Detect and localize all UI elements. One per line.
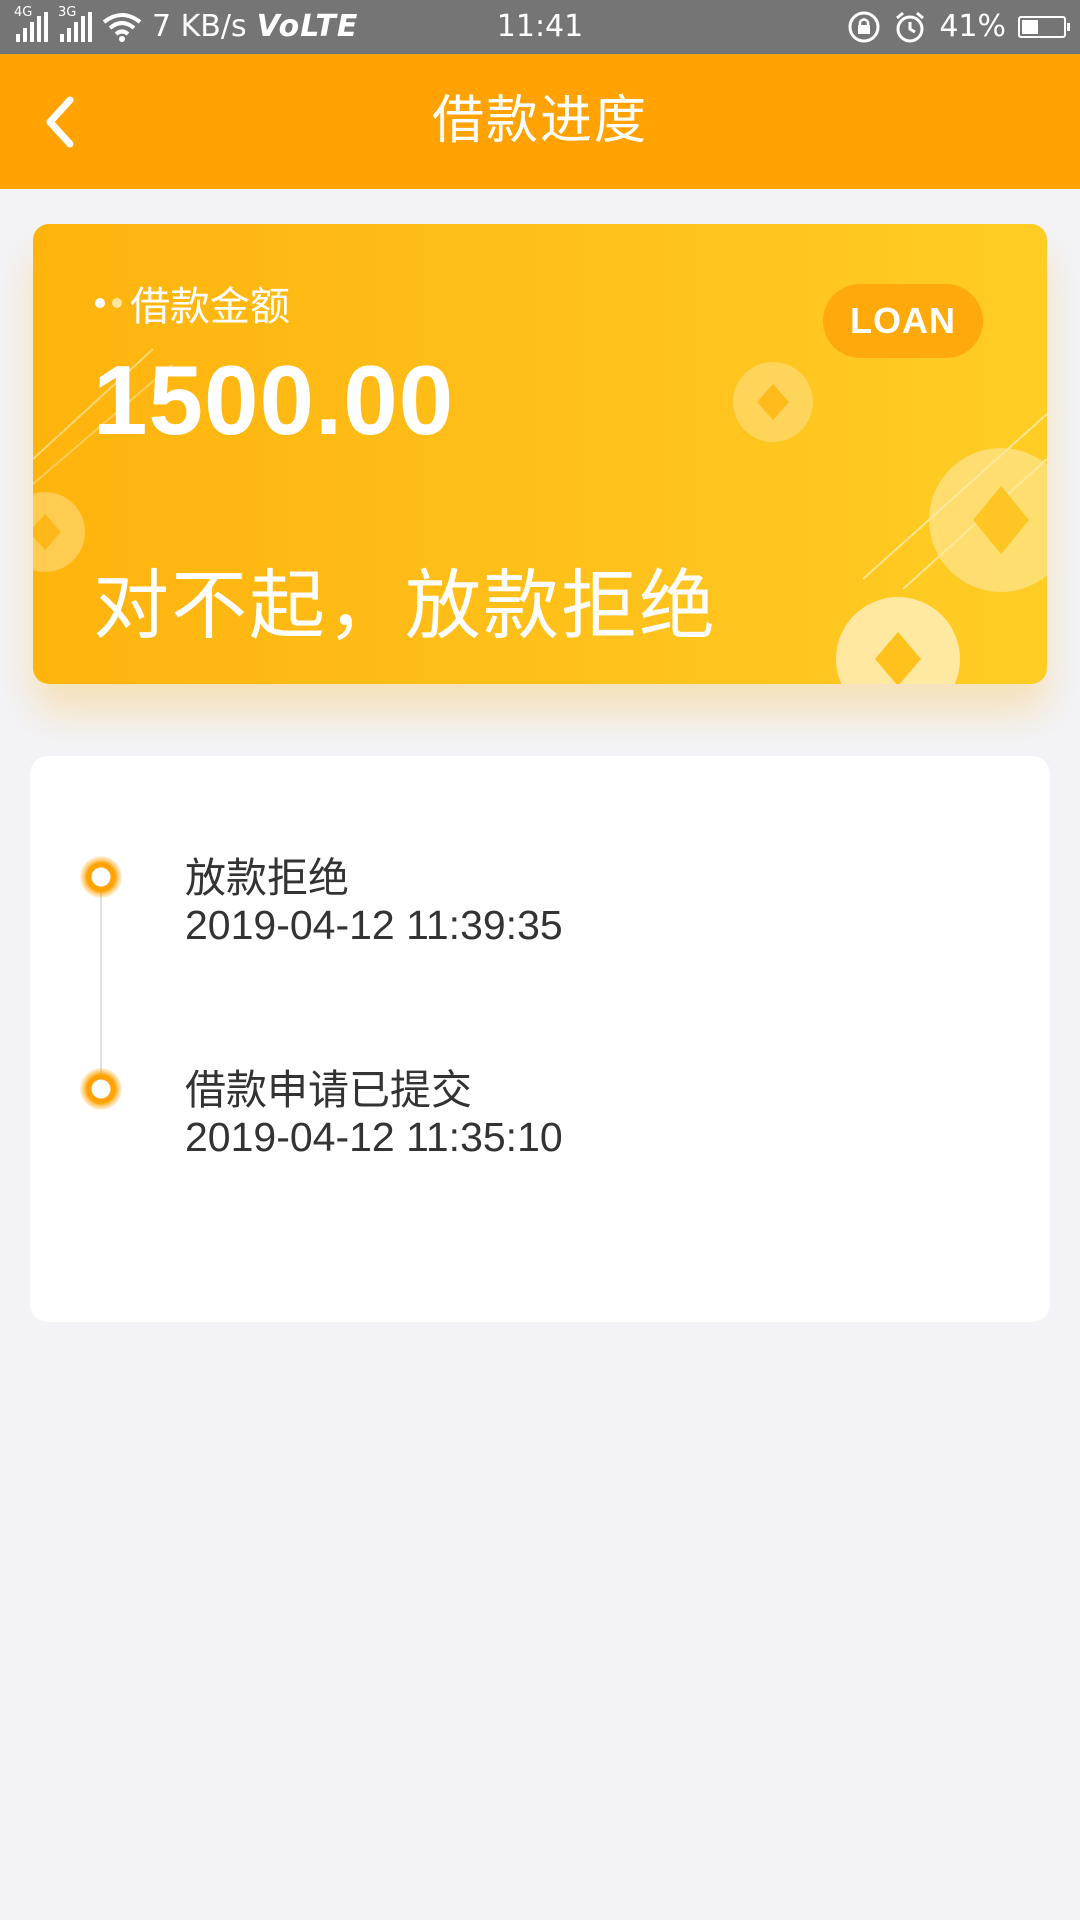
timeline-item-time: 2019-04-12 11:35:10 [185, 1114, 563, 1160]
app-header: 借款进度 [0, 54, 1080, 189]
timeline-item-time: 2019-04-12 11:39:35 [185, 902, 563, 948]
progress-timeline: 放款拒绝 2019-04-12 11:39:35 借款申请已提交 2019-04… [30, 756, 1050, 1322]
timeline-item-title: 借款申请已提交 [185, 1066, 472, 1114]
timeline-dot-icon [80, 856, 122, 898]
battery-icon [1018, 16, 1070, 38]
timeline-item-title: 放款拒绝 [185, 854, 349, 902]
timeline-item: 放款拒绝 2019-04-12 11:39:35 [30, 844, 1050, 954]
loan-status-message: 对不起，放款拒绝 [93, 561, 717, 650]
timeline-item: 借款申请已提交 2019-04-12 11:35:10 [30, 1056, 1050, 1166]
battery-level [1022, 20, 1039, 34]
loan-amount-card: 借款金额 1500.00 LOAN 对不起，放款拒绝 [33, 224, 1047, 684]
amount-label-text: 借款金额 [130, 284, 290, 330]
status-bar-right: 41% [847, 0, 1070, 54]
loan-badge: LOAN [823, 284, 983, 358]
status-bar: 4G 3G 7 KB/s VoLTE 11:41 41% [0, 0, 1080, 54]
loan-amount: 1500.00 [93, 345, 455, 455]
alarm-icon [896, 11, 925, 43]
rotation-lock-icon [848, 11, 880, 43]
timeline-dot-icon [80, 1068, 122, 1110]
amount-label: 借款金额 [95, 274, 290, 332]
page-title: 借款进度 [431, 91, 648, 151]
battery-percent: 41% [939, 9, 1006, 44]
dots-icon [95, 298, 122, 308]
